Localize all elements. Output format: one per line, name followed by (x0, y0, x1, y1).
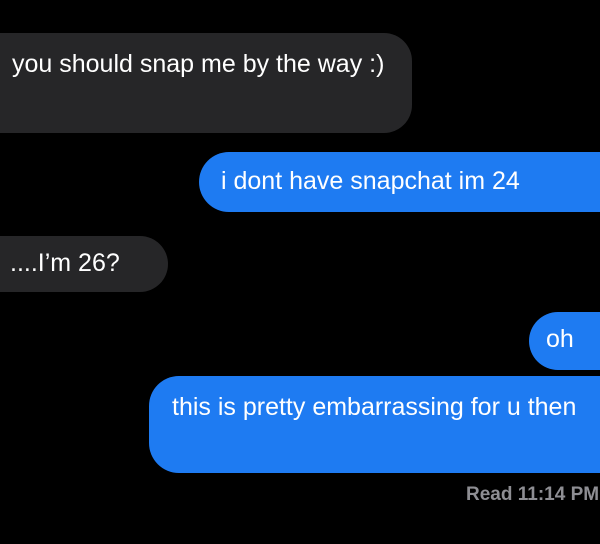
sent-message-bubble[interactable]: this is pretty embarrassing for u then (149, 376, 600, 473)
read-receipt: Read 11:14 PM (466, 484, 600, 505)
received-message-bubble[interactable]: you should snap me by the way :) (0, 33, 412, 133)
sent-message-bubble[interactable]: i dont have snapchat im 24 (199, 152, 600, 212)
sent-message-bubble[interactable]: oh (529, 312, 600, 370)
message-thread: you should snap me by the way :) i dont … (0, 0, 600, 544)
received-message-bubble[interactable]: ....I’m 26? (0, 236, 168, 292)
